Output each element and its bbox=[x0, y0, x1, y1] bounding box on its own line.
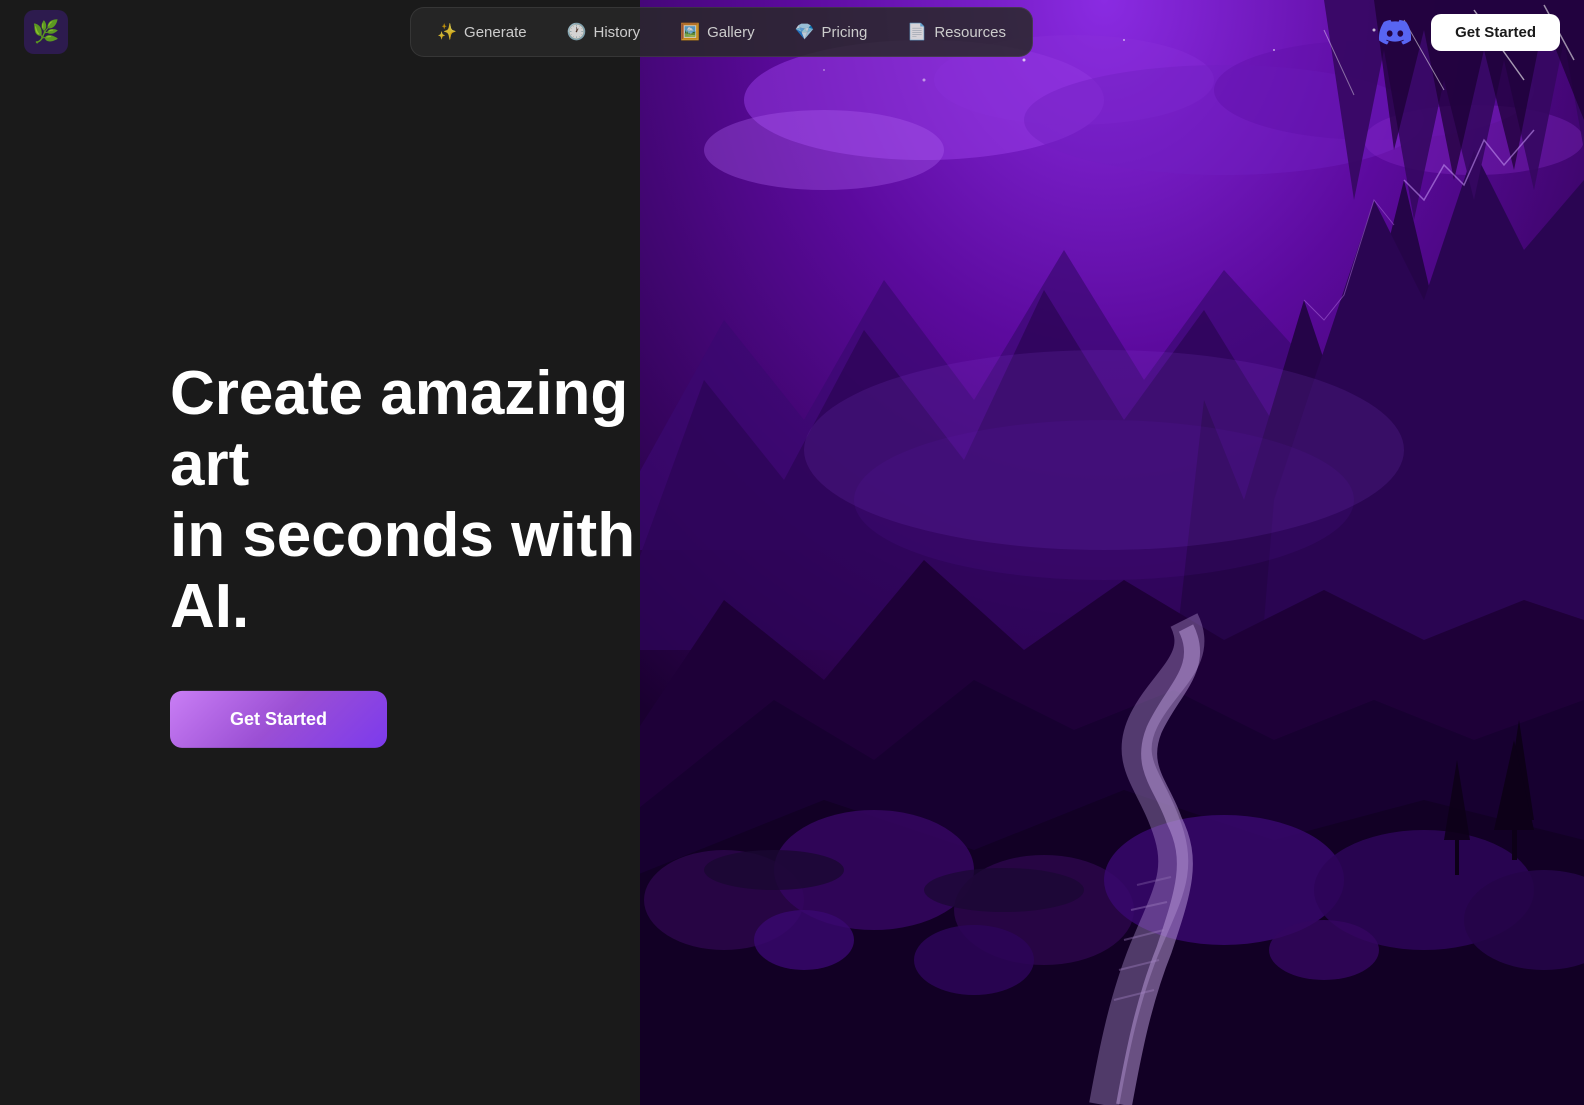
hero-image-area bbox=[624, 0, 1584, 1105]
hero-content: Create amazing art in seconds with AI. G… bbox=[170, 357, 670, 747]
nav-center: ✨ Generate 🕐 History 🖼️ Gallery 💎 Pricin… bbox=[410, 7, 1033, 57]
hero-image-blob bbox=[624, 0, 1584, 1105]
nav-label-generate: Generate bbox=[464, 24, 527, 41]
history-icon: 🕐 bbox=[567, 22, 587, 42]
nav-item-pricing[interactable]: 💎 Pricing bbox=[777, 14, 886, 50]
navbar: 🌿 ✨ Generate 🕐 History 🖼️ Gallery 💎 Pric… bbox=[0, 0, 1584, 64]
discord-icon bbox=[1379, 16, 1411, 48]
hero-headline-line1: Create amazing art bbox=[170, 358, 628, 498]
logo-icon: 🌿 bbox=[32, 19, 59, 45]
nav-item-resources[interactable]: 📄 Resources bbox=[889, 14, 1024, 50]
resources-icon: 📄 bbox=[907, 22, 927, 42]
nav-item-history[interactable]: 🕐 History bbox=[549, 14, 659, 50]
gallery-icon: 🖼️ bbox=[680, 22, 700, 42]
get-started-button-nav[interactable]: Get Started bbox=[1431, 14, 1560, 51]
generate-icon: ✨ bbox=[437, 22, 457, 42]
hero-headline: Create amazing art in seconds with AI. bbox=[170, 357, 670, 642]
hero-headline-line2: in seconds with AI. bbox=[170, 501, 635, 641]
nav-label-pricing: Pricing bbox=[822, 24, 868, 41]
nav-label-gallery: Gallery bbox=[707, 24, 755, 41]
discord-button[interactable] bbox=[1375, 12, 1415, 52]
mountain-scene-svg bbox=[624, 0, 1584, 1105]
logo[interactable]: 🌿 bbox=[24, 10, 68, 54]
nav-label-resources: Resources bbox=[934, 24, 1006, 41]
nav-item-generate[interactable]: ✨ Generate bbox=[419, 14, 544, 50]
get-started-button-hero[interactable]: Get Started bbox=[170, 691, 387, 748]
nav-right: Get Started bbox=[1375, 12, 1560, 52]
pricing-icon: 💎 bbox=[795, 22, 815, 42]
hero-section: Create amazing art in seconds with AI. G… bbox=[0, 0, 1584, 1105]
nav-item-gallery[interactable]: 🖼️ Gallery bbox=[662, 14, 772, 50]
nav-label-history: History bbox=[594, 24, 641, 41]
